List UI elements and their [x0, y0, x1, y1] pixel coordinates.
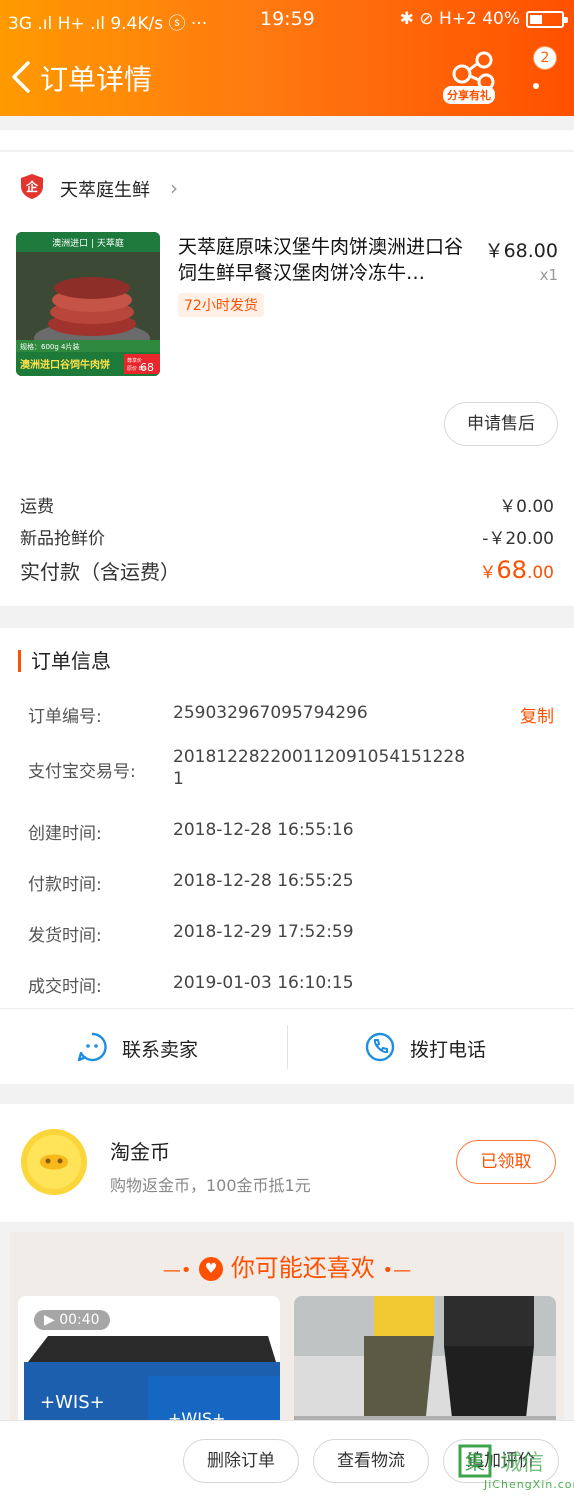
top-strip [0, 130, 574, 150]
paid-integer: 68 [496, 556, 527, 584]
order-number-value: 259032967095794296 [173, 703, 368, 723]
status-right: ✱ ⊘ H+2 40% [399, 9, 520, 29]
paid-label: 实付款（含运费） [20, 560, 180, 584]
svg-text:集: 集 [465, 1450, 485, 1474]
paid-row: 实付款（含运费） ￥68.00 [20, 556, 554, 585]
order-info-card: 订单信息 订单编号: 259032967095794296 复制 支付宝交易号:… [0, 628, 574, 1008]
apparel-photo [294, 1296, 556, 1436]
created-time-value: 2018-12-28 16:55:16 [173, 820, 354, 840]
status-bar: 3G .ıl H+ .ıl 9.4K/s ⓢ ··· 19:59 ✱ ⊘ H+2… [0, 0, 574, 38]
product-photo: 澳洲进口 | 天萃庭 规格：600g 4片装 澳洲进口谷饲牛肉饼 尊享价 原价 … [16, 232, 160, 376]
order-info-heading: 订单信息 [18, 650, 111, 672]
recommend-heading: —• ♥ 你可能还喜欢 •— [10, 1248, 564, 1283]
call-phone-button[interactable]: 拨打电话 [288, 1009, 574, 1085]
order-item-card: 企 天萃庭生鲜 › 澳洲进口 | 天萃庭 规格：600g 4片装 澳洲进口谷饲牛… [0, 152, 574, 606]
svg-text:规格：600g 4片装: 规格：600g 4片装 [20, 342, 79, 351]
taojinbi-card: 淘金币 购物返金币，100金币抵1元 已领取 [0, 1104, 574, 1222]
status-time: 19:59 [260, 8, 315, 30]
svg-text:城信: 城信 [500, 1451, 544, 1476]
discount-label: 新品抢鲜价 [20, 529, 105, 549]
deal-time-label: 成交时间: [28, 977, 102, 997]
contact-seller-button[interactable]: 联系卖家 [0, 1009, 287, 1085]
product-title[interactable]: 天萃庭原味汉堡牛肉饼澳洲进口谷饲生鲜早餐汉堡肉饼冷冻牛… [178, 234, 470, 286]
discount-row: 新品抢鲜价 -￥20.00 [20, 524, 554, 549]
shop-enterprise-icon: 企 [21, 174, 43, 199]
paid-time-value: 2018-12-28 16:55:25 [173, 871, 354, 891]
recommend-item-video[interactable]: +WIS+ +WIS+ ▶ 00:40 [18, 1296, 280, 1436]
gold-coin-icon [21, 1129, 87, 1195]
left-arrow-decor-icon: —• [162, 1260, 192, 1281]
alipay-trade-label: 支付宝交易号: [28, 762, 136, 782]
deal-time-value: 2019-01-03 16:10:15 [173, 973, 354, 993]
view-logistics-button[interactable]: 查看物流 [313, 1439, 429, 1483]
phone-icon [365, 1032, 395, 1062]
chevron-right-icon[interactable]: › [170, 176, 178, 200]
shop-name[interactable]: 天萃庭生鲜 [60, 176, 150, 202]
paid-amount: ￥68.00 [479, 556, 554, 584]
site-watermark-logo: 集 城信 [458, 1444, 544, 1478]
coin-subtitle: 购物返金币，100金币抵1元 [110, 1176, 311, 1195]
svg-text:+WIS+: +WIS+ [40, 1392, 105, 1413]
alipay-trade-value: 2018122822001120910541512281 [173, 747, 466, 789]
shipping-fee-label: 运费 [20, 497, 54, 517]
product-quantity: x1 [539, 266, 558, 284]
recommend-title: 你可能还喜欢 [230, 1254, 375, 1282]
recommendations-section: —• ♥ 你可能还喜欢 •— +WIS+ +WIS+ ▶ 00:40 [10, 1232, 564, 1436]
app-header: 3G .ıl H+ .ıl 9.4K/s ⓢ ··· 19:59 ✱ ⊘ H+2… [0, 0, 574, 116]
paid-currency: ￥ [479, 563, 497, 583]
order-number-label: 订单编号: [28, 707, 102, 727]
delete-order-button[interactable]: 删除订单 [183, 1439, 299, 1483]
contact-bar: 联系卖家 拨打电话 [0, 1008, 574, 1084]
svg-text:企: 企 [25, 179, 39, 194]
back-arrow-icon[interactable] [10, 60, 32, 94]
watermark-text: JiChengXin.com [484, 1478, 574, 1491]
right-arrow-decor-icon: •— [382, 1260, 412, 1281]
video-time-text: 00:40 [59, 1312, 100, 1328]
paid-time-label: 付款时间: [28, 875, 102, 895]
chat-face-icon [77, 1032, 107, 1062]
copy-button[interactable]: 复制 [520, 702, 554, 727]
shipped-time-label: 发货时间: [28, 926, 102, 946]
created-time-label: 创建时间: [28, 824, 102, 844]
video-duration: ▶ 00:40 [34, 1310, 110, 1330]
coin-title: 淘金币 [110, 1140, 170, 1164]
recommend-item-apparel[interactable] [294, 1296, 556, 1436]
shipping-fee-value: ￥0.00 [499, 497, 554, 517]
svg-text:澳洲进口 | 天萃庭: 澳洲进口 | 天萃庭 [52, 237, 124, 249]
share-gift-label[interactable]: 分享有礼 [443, 86, 495, 104]
svg-text:澳洲进口谷饲牛肉饼: 澳洲进口谷饲牛肉饼 [20, 358, 110, 371]
battery-icon [526, 11, 568, 28]
product-price: ￥68.00 [484, 240, 558, 262]
discount-value: -￥20.00 [482, 529, 554, 549]
notification-badge[interactable]: 2 [533, 46, 557, 70]
shipped-time-value: 2018-12-29 17:52:59 [173, 922, 354, 942]
contact-seller-label: 联系卖家 [122, 1039, 199, 1061]
after-sale-button[interactable]: 申请售后 [444, 402, 558, 446]
paid-decimal: .00 [526, 563, 554, 583]
shipping-time-tag: 72小时发货 [178, 293, 264, 317]
heart-icon: ♥ [199, 1257, 224, 1281]
page-title: 订单详情 [40, 63, 153, 96]
shipping-fee-row: 运费 ￥0.00 [20, 492, 554, 517]
svg-text:68: 68 [140, 361, 154, 374]
status-left: 3G .ıl H+ .ıl 9.4K/s ⓢ ··· [8, 14, 208, 34]
call-phone-label: 拨打电话 [410, 1039, 487, 1061]
claimed-button[interactable]: 已领取 [456, 1140, 556, 1184]
product-image[interactable]: 澳洲进口 | 天萃庭 规格：600g 4片装 澳洲进口谷饲牛肉饼 尊享价 原价 … [16, 232, 160, 376]
